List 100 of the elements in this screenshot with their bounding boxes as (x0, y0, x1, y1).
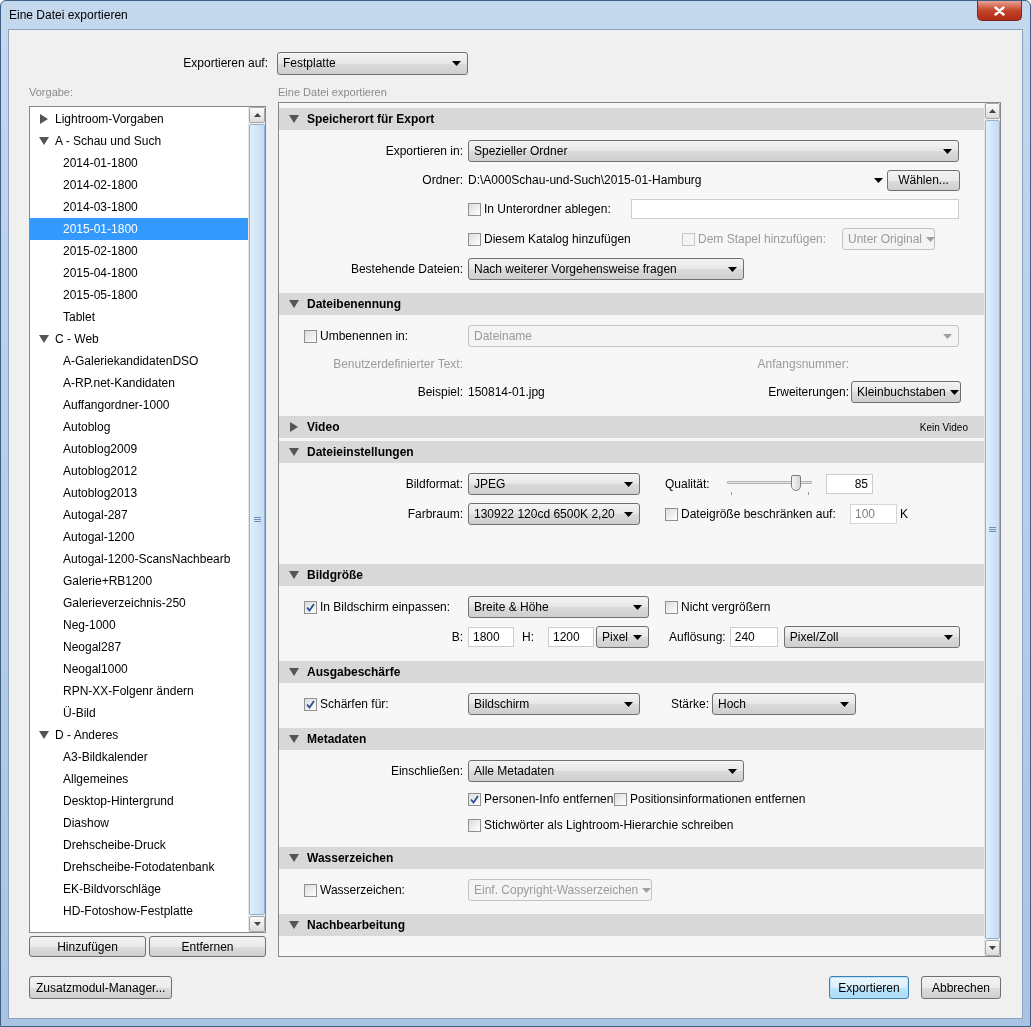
field-label: Erweiterungen: (767, 385, 849, 399)
tree-item[interactable]: Diashow (30, 812, 248, 834)
tree-item[interactable]: Allgemeines (30, 768, 248, 790)
checkbox[interactable] (614, 792, 627, 806)
tree-item[interactable]: Neg-1000 (30, 614, 248, 636)
tree-item-label: Autogal-1200-ScansNachbearb (63, 552, 231, 566)
tree-item[interactable]: Ü-Bild (30, 702, 248, 724)
tree-item[interactable]: HD-Fotoshow-Festplatte (30, 900, 248, 922)
tree-item[interactable]: Drehscheibe-Druck (30, 834, 248, 856)
dropdown[interactable]: Spezieller Ordner (468, 140, 959, 162)
tree-item[interactable]: Desktop-Hintergrund (30, 790, 248, 812)
input-field[interactable]: 1200 (548, 627, 594, 647)
section-header[interactable]: Video Kein Video (279, 416, 984, 438)
checkbox[interactable] (304, 600, 317, 614)
dropdown[interactable]: Pixel (596, 626, 649, 648)
dialog-button[interactable]: Exportieren (829, 976, 909, 999)
caret-icon (624, 701, 633, 707)
dropdown[interactable]: Hoch (712, 693, 856, 715)
dropdown[interactable]: Festplatte (277, 51, 468, 75)
dialog-button[interactable]: Abbrechen (921, 976, 1001, 999)
input-field[interactable]: 85 (826, 474, 873, 494)
dropdown[interactable]: Breite & Höhe (468, 596, 649, 618)
tree-item[interactable]: Neogal287 (30, 636, 248, 658)
checkbox[interactable] (468, 818, 481, 832)
section-header[interactable]: Ausgabeschärfe (279, 661, 984, 683)
tree-item[interactable]: A-RP.net-Kandidaten (30, 372, 248, 394)
tree-item-label: Neogal1000 (63, 662, 128, 676)
caret-icon (633, 634, 642, 640)
tree-item[interactable]: 2015-04-1800 (30, 262, 248, 284)
tree-item[interactable]: 2015-05-1800 (30, 284, 248, 306)
input-field[interactable]: 1800 (468, 627, 514, 647)
dropdown[interactable]: Nach weiterer Vorgehensweise fragen (468, 258, 744, 280)
checkbox[interactable] (304, 697, 317, 711)
tree-item[interactable]: Autogal-1200 (30, 526, 248, 548)
dropdown[interactable]: Alle Metadaten (468, 760, 744, 782)
preset-button[interactable]: Entfernen (149, 936, 266, 957)
preset-button[interactable]: Hinzufügen (29, 936, 146, 957)
section-header[interactable]: Bildgröße (279, 564, 984, 586)
checkbox-label: Nicht vergrößern (681, 600, 771, 614)
field-label: Einschließen: (389, 764, 463, 778)
dropdown[interactable]: JPEG (468, 473, 640, 495)
checkbox[interactable] (665, 600, 678, 614)
up-arrow-icon (989, 109, 996, 113)
section-header[interactable]: Speicherort für Export (279, 108, 984, 130)
tree-item[interactable]: 2015-02-1800 (30, 240, 248, 262)
checkbox[interactable] (468, 232, 481, 246)
tree-item[interactable]: Autoblog2013 (30, 482, 248, 504)
tree-item-label: A-GaleriekandidatenDSO (63, 354, 199, 368)
checkbox[interactable] (665, 507, 678, 521)
section-header[interactable]: Dateibenennung (279, 293, 984, 315)
checkbox-label: Dateigröße beschränken auf: (681, 507, 836, 521)
tree-item[interactable]: C - Web (30, 328, 248, 350)
tree-item[interactable]: A3-Bildkalender (30, 746, 248, 768)
checkbox[interactable] (304, 329, 317, 343)
checkbox[interactable] (468, 792, 481, 806)
tree-item-label: 2015-01-1800 (63, 222, 138, 236)
checkmark-icon (470, 794, 479, 804)
checkbox[interactable] (468, 202, 481, 216)
tree-item[interactable]: RPN-XX-Folgenr ändern (30, 680, 248, 702)
tree-item[interactable]: Autogal-287 (30, 504, 248, 526)
tree-item[interactable]: A - Schau und Such (30, 130, 248, 152)
manager-button[interactable]: Zusatzmodul-Manager... (29, 976, 173, 999)
tree-item[interactable]: Autoblog2009 (30, 438, 248, 460)
checkbox[interactable] (304, 883, 317, 897)
scrollbar[interactable] (248, 107, 265, 932)
close-button[interactable] (977, 1, 1022, 21)
section-title: Ausgabeschärfe (307, 665, 402, 679)
tree-item[interactable]: EK-Bildvorschläge (30, 878, 248, 900)
tree-item[interactable]: Auffangordner-1000 (30, 394, 248, 416)
tree-item[interactable]: Drehscheibe-Fotodatenbank (30, 856, 248, 878)
tree-item[interactable]: Galerieverzeichnis-250 (30, 592, 248, 614)
tree-item[interactable]: Autogal-1200-ScansNachbearb (30, 548, 248, 570)
tree-item[interactable]: A-GaleriekandidatenDSO (30, 350, 248, 372)
tree-item[interactable]: Neogal1000 (30, 658, 248, 680)
triangle-icon (289, 570, 299, 580)
tree-item[interactable]: Lightroom-Vorgaben (30, 108, 248, 130)
section-header[interactable]: Wasserzeichen (279, 847, 984, 869)
input-field[interactable] (631, 199, 959, 219)
slider[interactable] (727, 473, 812, 495)
tree-item[interactable]: D - Anderes (30, 724, 248, 746)
caret-icon (633, 604, 642, 610)
tree-item[interactable]: 2014-03-1800 (30, 196, 248, 218)
dropdown[interactable]: Kleinbuchstaben (851, 381, 961, 403)
section-header[interactable]: Metadaten (279, 728, 984, 750)
tree-item[interactable]: Autoblog2012 (30, 460, 248, 482)
tree-item-label: Autoblog2013 (63, 486, 138, 500)
scrollbar[interactable] (984, 103, 1000, 956)
section-header[interactable]: Dateieinstellungen (279, 441, 984, 463)
input-field[interactable]: 240 (729, 627, 778, 647)
tree-item[interactable]: 2014-01-1800 (30, 152, 248, 174)
section-header[interactable]: Nachbearbeitung (279, 914, 984, 936)
dropdown[interactable]: Bildschirm (468, 693, 640, 715)
dropdown[interactable]: Pixel/Zoll (783, 626, 960, 648)
tree-item[interactable]: Autoblog (30, 416, 248, 438)
tree-item[interactable]: Tablet (30, 306, 248, 328)
dropdown[interactable]: 130922 120cd 6500K 2,20 (468, 503, 640, 525)
tree-item[interactable]: 2014-02-1800 (30, 174, 248, 196)
status-text: Kein Video (919, 421, 968, 433)
browse-button[interactable]: Wählen... (887, 169, 960, 191)
tree-item[interactable]: Galerie+RB1200 (30, 570, 248, 592)
